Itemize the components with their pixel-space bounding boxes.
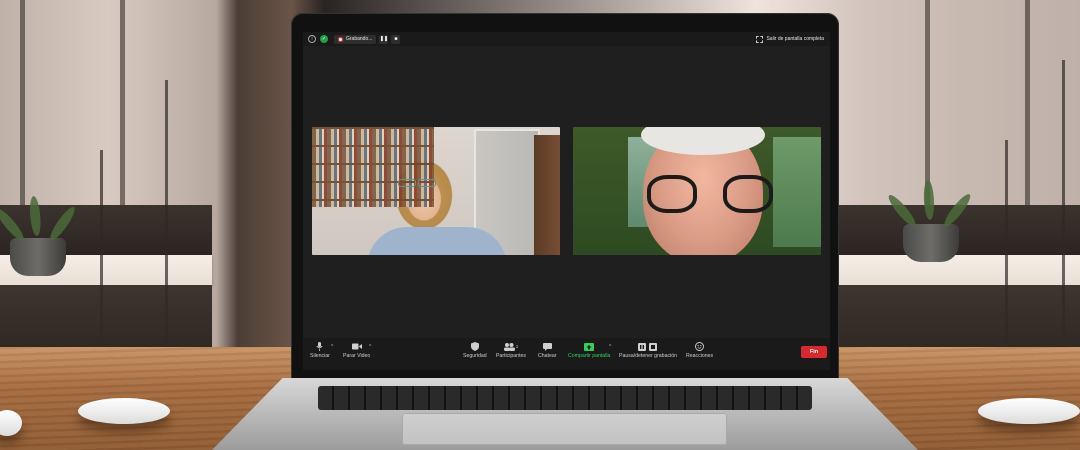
security-button[interactable]: Seguridad <box>463 342 487 359</box>
exit-fullscreen-label: Salir de pantalla completa <box>766 36 824 42</box>
share-screen-icon <box>584 342 595 351</box>
microphone-icon <box>315 342 325 351</box>
participant-video[interactable] <box>312 127 560 255</box>
glasses-icon <box>398 179 416 187</box>
computer-mouse <box>978 398 1080 424</box>
emoji-icon <box>695 342 705 351</box>
share-screen-label: Compartir pantalla <box>568 353 611 359</box>
pause-recording-label: Pausa/detener grabación <box>619 353 677 359</box>
glasses-icon <box>418 179 436 187</box>
participants-label: Participantes <box>496 353 526 359</box>
plant-stem <box>100 150 103 345</box>
cabinet <box>534 135 560 255</box>
end-meeting-button[interactable]: Fin <box>801 346 827 358</box>
chevron-up-icon[interactable]: ^ <box>369 344 371 350</box>
reactions-button[interactable]: Reacciones <box>686 342 713 359</box>
mute-label: Silenciar <box>310 353 330 359</box>
recording-indicator: Grabando... <box>334 34 377 44</box>
participant-video[interactable] <box>573 127 821 255</box>
meeting-top-bar: i ✓ Grabando... ❚❚ ■ Salir de pantalla c… <box>303 32 830 46</box>
chat-bubble-icon <box>542 342 552 351</box>
plant-stem <box>165 80 168 345</box>
shield-check-icon[interactable]: ✓ <box>320 35 328 43</box>
record-icon <box>338 36 343 42</box>
video-camera-icon <box>351 342 362 351</box>
participants-count: 1 <box>515 344 519 349</box>
meeting-window: i ✓ Grabando... ❚❚ ■ Salir de pantalla c… <box>303 32 830 370</box>
pause-recording-button[interactable]: Pausa/detener grabación <box>619 342 677 359</box>
share-screen-button[interactable]: Compartir pantalla <box>568 342 610 359</box>
mute-button[interactable]: Silenciar <box>310 342 330 359</box>
participants-button[interactable]: 1 Participantes <box>496 342 526 359</box>
plant-pot <box>903 224 959 262</box>
exit-fullscreen-button[interactable]: Salir de pantalla completa <box>756 35 824 43</box>
reactions-label: Reacciones <box>686 353 714 359</box>
participant-shirt <box>367 227 507 255</box>
bookshelf <box>312 127 434 207</box>
window-frame <box>120 0 125 205</box>
chevron-up-icon[interactable]: ^ <box>331 344 333 350</box>
room-window <box>773 137 821 247</box>
window-sill <box>839 255 1080 285</box>
window-frame <box>1025 0 1030 205</box>
chat-button[interactable]: Chatear <box>538 342 556 359</box>
plant-stem <box>1005 140 1008 345</box>
stop-video-button[interactable]: Parar Video <box>343 342 370 359</box>
window-frame <box>925 0 930 205</box>
chevron-up-icon[interactable]: ^ <box>609 344 611 350</box>
laptop-trackpad <box>402 413 727 445</box>
lower-wall <box>0 285 212 350</box>
computer-mouse <box>78 398 170 424</box>
fullscreen-exit-icon <box>756 35 764 43</box>
lower-wall <box>839 285 1080 350</box>
pause-icon[interactable]: ❚❚ <box>379 34 389 44</box>
window-frame <box>20 0 25 205</box>
info-icon[interactable]: i <box>308 35 316 43</box>
glasses-icon <box>723 175 773 213</box>
recording-label: Grabando... <box>346 36 373 42</box>
plant-pot <box>10 238 66 276</box>
glasses-icon <box>647 175 697 213</box>
people-icon: 1 <box>503 342 519 351</box>
pause-icon <box>638 342 658 351</box>
meeting-toolbar: Silenciar ^ Parar Video ^ Seguridad 1 Pa… <box>303 338 830 370</box>
shield-icon <box>470 342 480 351</box>
stop-video-label: Parar Video <box>343 353 371 359</box>
chat-label: Chatear <box>538 353 557 359</box>
security-label: Seguridad <box>463 353 487 359</box>
plant-stem <box>1062 60 1065 345</box>
stop-icon[interactable]: ■ <box>391 34 401 44</box>
laptop-keyboard <box>318 386 812 410</box>
